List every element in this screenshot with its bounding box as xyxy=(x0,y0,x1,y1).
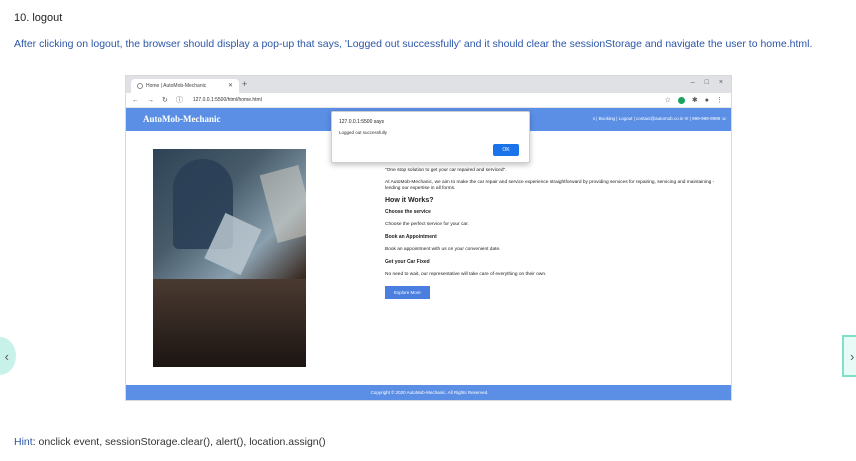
alert-message: Logged out successfully xyxy=(339,130,388,135)
minimize-button[interactable]: – xyxy=(691,79,695,86)
close-window-button[interactable]: × xyxy=(719,79,723,86)
star-icon[interactable]: ☆ xyxy=(665,96,671,104)
chevron-left-icon: ‹ xyxy=(4,348,9,364)
step-title: Choose the service xyxy=(385,209,431,215)
new-tab-button[interactable]: + xyxy=(242,79,247,89)
reload-icon[interactable]: ↻ xyxy=(162,96,168,104)
extension-icon[interactable] xyxy=(677,96,685,104)
task-description: After clicking on logout, the browser sh… xyxy=(14,38,813,50)
prev-slide-button[interactable]: ‹ xyxy=(0,337,16,375)
alert-dialog: 127.0.0.1:5500 says Logged out successfu… xyxy=(331,111,530,163)
alert-origin: 127.0.0.1:5500 says xyxy=(339,119,385,125)
step-text: Book an appointment with us on your conv… xyxy=(385,247,501,252)
chevron-right-icon: › xyxy=(850,348,855,364)
step-title: Get your Car Fixed xyxy=(385,259,430,265)
close-tab-icon[interactable]: ✕ xyxy=(228,82,233,89)
url-input[interactable]: 127.0.0.1:5500/html/home.html xyxy=(193,97,262,103)
site-footer: Copyright © 2020 AutoMob-Mechanic. All R… xyxy=(126,385,731,400)
info-icon[interactable]: ⓘ xyxy=(176,95,183,105)
menu-icon[interactable]: ⋮ xyxy=(716,96,723,104)
globe-icon xyxy=(137,83,143,89)
tagline: "One stop solution to get your car repai… xyxy=(385,168,507,173)
window-controls: – □ × xyxy=(691,79,723,86)
hint-label: Hint xyxy=(14,436,33,448)
step-title: Book an Appointment xyxy=(385,234,437,240)
how-title: How it Works? xyxy=(385,197,434,204)
step-text: Choose the perfect service for your car. xyxy=(385,222,469,227)
hero-image xyxy=(153,149,306,367)
ok-button[interactable]: OK xyxy=(493,144,519,156)
page-heading: 10. logout xyxy=(14,12,63,24)
maximize-button[interactable]: □ xyxy=(705,79,709,86)
profile-icon[interactable]: ● xyxy=(705,97,709,104)
browser-tab[interactable]: Home | AutoMob-Mechanic ✕ xyxy=(131,79,239,93)
site-nav[interactable]: s | Booking | Logout | contact@automob.c… xyxy=(593,116,727,122)
about-section: About Us "One stop solution to get your … xyxy=(385,155,715,299)
tab-bar: Home | AutoMob-Mechanic ✕ + – □ × xyxy=(126,76,731,93)
explore-more-button[interactable]: Explore More xyxy=(385,286,430,299)
about-body: At AutoMob-Mechanic, we aim to make the … xyxy=(385,180,715,191)
back-icon[interactable]: ← xyxy=(132,97,139,104)
hint: Hint: onclick event, sessionStorage.clea… xyxy=(14,436,326,448)
puzzle-icon[interactable]: ✱ xyxy=(692,96,698,104)
forward-icon[interactable]: → xyxy=(147,97,154,104)
step-text: No need to wait, our representative will… xyxy=(385,272,547,277)
site-brand[interactable]: AutoMob-Mechanic xyxy=(143,114,221,124)
browser-window: Home | AutoMob-Mechanic ✕ + – □ × ← → ↻ … xyxy=(125,75,732,401)
tab-title: Home | AutoMob-Mechanic xyxy=(146,83,207,89)
address-bar: ← → ↻ ⓘ 127.0.0.1:5500/html/home.html ☆ … xyxy=(126,93,731,108)
next-slide-button[interactable]: › xyxy=(842,335,856,377)
hint-text: : onclick event, sessionStorage.clear(),… xyxy=(32,436,326,448)
